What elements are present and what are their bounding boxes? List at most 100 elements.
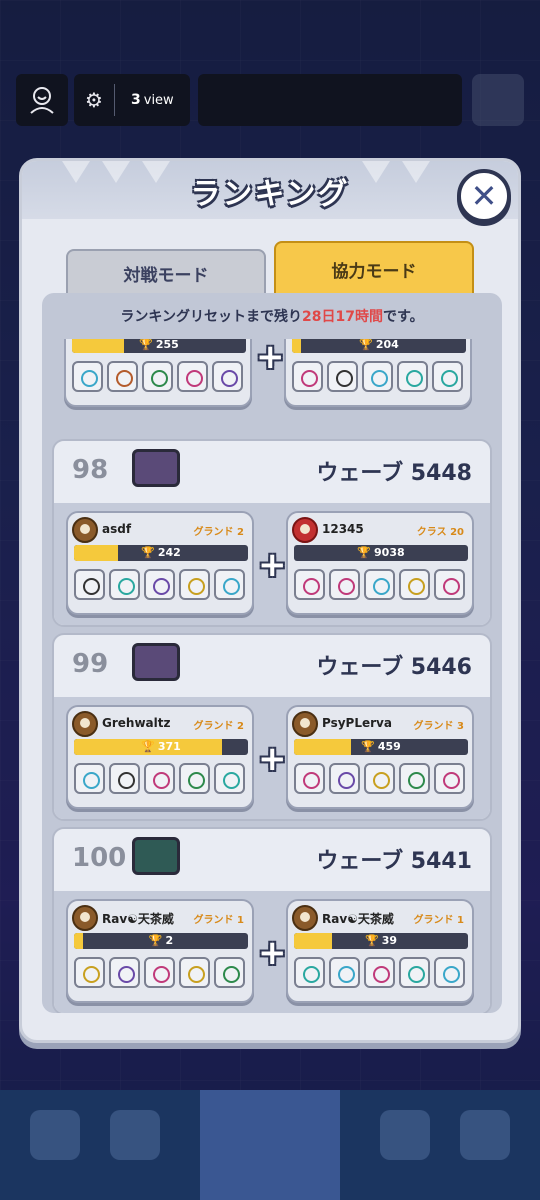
user-icon [30,87,54,114]
dice-deck [74,763,245,794]
map-thumbnail [132,643,180,681]
ranking-entry[interactable]: 99 ウェーブ 5446 Grehwaltz グランド 2 🏆 371 + Ps… [52,633,492,821]
tab-pvp[interactable]: 対戦モード [66,249,266,295]
dice-icon [364,957,395,988]
status-bar-blank [198,74,462,126]
dice-icon [142,361,173,392]
trophy-bar: 🏆 255 [72,339,246,353]
close-icon: ✕ [470,177,498,215]
wave-count: ウェーブ 5446 [316,655,472,680]
trophy-icon: 🏆 [361,740,375,753]
dice-icon [179,957,210,988]
player-class: グランド 1 [193,915,244,926]
dice-icon [144,763,175,794]
ranking-list[interactable]: 🏆 255 + 🏆 204 98 ウェーブ 5448 asdf グランド 2 🏆… [42,339,502,1013]
dice-deck [74,957,245,988]
dice-icon [109,569,140,600]
dice-icon [72,361,103,392]
nav-item-battle[interactable] [200,1090,340,1200]
trophy-bar: 🏆 371 [74,739,248,755]
player-card[interactable]: Rav☯天茶威 グランド 1 🏆 39 [286,899,474,1003]
dice-icon [144,957,175,988]
avatar [292,905,318,931]
dice-icon [364,763,395,794]
plus-icon: + [256,339,285,377]
trophy-icon: 🏆 [364,934,379,947]
player-name: Rav☯天茶威 [102,912,174,926]
player-card[interactable]: Grehwaltz グランド 2 🏆 371 [66,705,254,809]
dice-deck [294,763,465,794]
player-card[interactable]: 🏆 204 [284,339,472,407]
ranking-panel: ランキングリセットまで残り 28日17時間 です。 🏆 255 + 🏆 204 … [42,293,502,1013]
rank-number: 100 [72,843,127,873]
trophy-icon: 🏆 [139,339,153,351]
trophy-icon: 🏆 [148,934,163,947]
avatar [292,517,318,543]
player-class: グランド 3 [413,721,464,732]
dice-icon [329,569,360,600]
dice-deck [72,361,243,392]
dice-icon [399,763,430,794]
trophy-icon: 🏆 [359,339,373,351]
reset-notice: ランキングリセットまで残り 28日17時間 です。 [120,309,424,325]
gear-icon[interactable]: ⚙ [74,88,114,112]
rank-number: 99 [72,649,109,679]
plus-icon: + [258,739,287,779]
settings-and-views: ⚙ 3 view [74,74,190,126]
dice-icon [214,763,245,794]
trophy-bar: 🏆 9038 [294,545,468,561]
dice-icon [434,569,465,600]
view-count: 3 view [131,92,174,108]
dice-icon [327,361,358,392]
dice-icon [214,569,245,600]
player-name: PsyPLerva [322,716,392,730]
trophy-bar: 🏆 459 [294,739,468,755]
divider [114,84,115,116]
profile-button[interactable] [16,74,68,126]
dice-icon [397,361,428,392]
ranking-entry[interactable]: 100 ウェーブ 5441 Rav☯天茶威 グランド 1 🏆 2 + Rav☯天… [52,827,492,1013]
map-thumbnail [132,449,180,487]
player-card[interactable]: 🏆 255 [64,339,252,407]
dice-icon [399,957,430,988]
map-thumbnail [132,837,180,875]
trophy-bar: 🏆 39 [294,933,468,949]
dice-icon [109,957,140,988]
dice-icon [364,569,395,600]
nav-item-shop[interactable] [30,1110,80,1160]
menu-button[interactable] [472,74,524,126]
nav-item-events[interactable] [460,1110,510,1160]
dice-icon [329,957,360,988]
dice-icon [74,957,105,988]
top-bar: ⚙ 3 view [16,74,524,126]
player-card[interactable]: asdf グランド 2 🏆 242 [66,511,254,615]
trophy-bar: 🏆 242 [74,545,248,561]
nav-item-clan[interactable] [380,1110,430,1160]
modal-title: ランキング [190,177,350,212]
plus-icon: + [258,933,287,973]
player-card[interactable]: 12345 クラス 20 🏆 9038 [286,511,474,615]
trophy-icon: 🏆 [141,740,155,753]
player-class: グランド 2 [193,721,244,732]
close-button[interactable]: ✕ [457,169,511,223]
tab-coop[interactable]: 協力モード [274,241,474,295]
dice-icon [434,763,465,794]
player-name: Grehwaltz [102,716,171,730]
nav-item-cards[interactable] [110,1110,160,1160]
wave-count: ウェーブ 5441 [316,849,472,874]
dice-icon [144,569,175,600]
dice-icon [294,763,325,794]
player-card[interactable]: PsyPLerva グランド 3 🏆 459 [286,705,474,809]
plus-icon: + [258,545,287,585]
player-card[interactable]: Rav☯天茶威 グランド 1 🏆 2 [66,899,254,1003]
dice-icon [292,361,323,392]
bottom-nav [0,1090,540,1200]
wave-count: ウェーブ 5448 [316,461,472,486]
trophy-icon: 🏆 [357,546,372,559]
dice-icon [329,763,360,794]
rank-number: 98 [72,455,109,485]
dice-icon [179,569,210,600]
ranking-modal: ランキング ✕ 対戦モード 協力モード ランキングリセットまで残り 28日17時間… [19,158,521,1043]
ranking-entry[interactable]: 98 ウェーブ 5448 asdf グランド 2 🏆 242 + 12345 ク… [52,439,492,627]
dice-icon [107,361,138,392]
